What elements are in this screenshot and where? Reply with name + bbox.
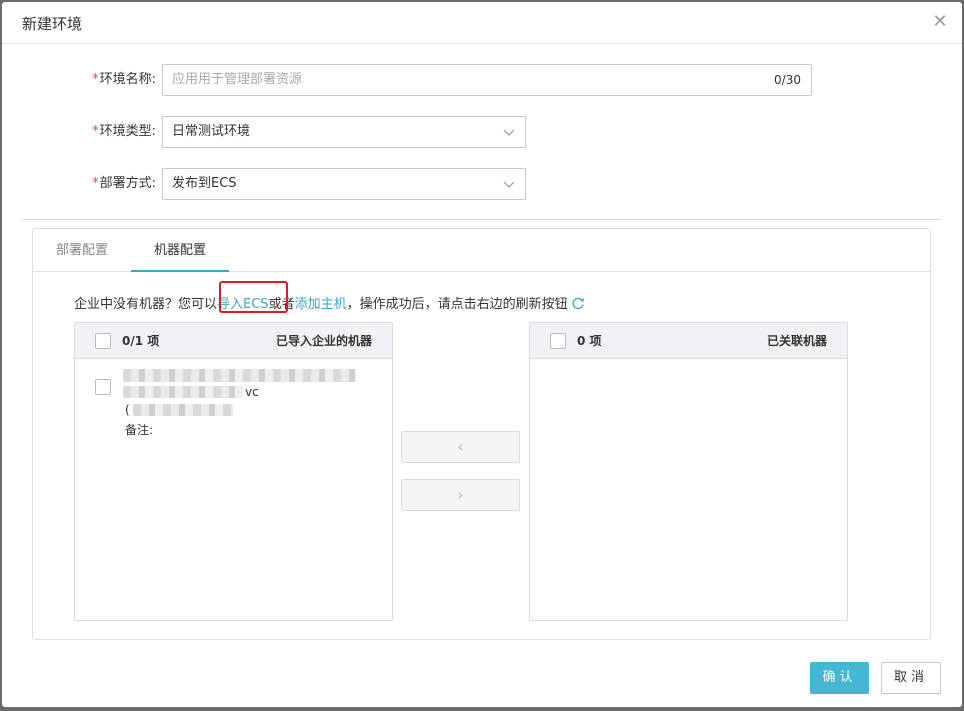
transfer-target-list: 0 项 已关联机器	[529, 322, 848, 621]
new-environment-dialog: 新建环境 ✕ *环境名称: 应用用于管理部署资源 0/30 *环境类型: 日常测…	[2, 2, 962, 707]
dialog-header: 新建环境 ✕	[2, 2, 962, 44]
tab-machine-config[interactable]: 机器配置	[131, 229, 229, 272]
form-row-type: *环境类型: 日常测试环境	[2, 116, 528, 148]
redacted-text	[133, 404, 233, 416]
target-count: 0 项	[577, 334, 602, 348]
refresh-icon[interactable]	[572, 297, 585, 312]
list-item[interactable]: vc ( 备注:	[75, 359, 392, 459]
tab-deploy-config[interactable]: 部署配置	[53, 229, 111, 272]
cancel-button[interactable]: 取消	[881, 662, 941, 694]
item-remark-label: 备注:	[125, 423, 154, 437]
item-line-head: (	[125, 403, 130, 417]
env-name-counter: 0/30	[774, 73, 801, 87]
item-checkbox[interactable]	[95, 379, 111, 395]
transfer-source-list: 0/1 项 已导入企业的机器 vc ( 备注:	[74, 322, 393, 621]
form-row-name: *环境名称: 应用用于管理部署资源 0/30	[2, 64, 814, 96]
env-name-label: *环境名称:	[92, 72, 156, 87]
redacted-text	[123, 369, 356, 382]
transfer-source-header: 0/1 项 已导入企业的机器	[75, 323, 392, 359]
redacted-text	[123, 386, 243, 398]
env-type-select[interactable]: 日常测试环境	[162, 116, 526, 148]
env-type-label: *环境类型:	[92, 124, 156, 139]
config-tabs: 部署配置 机器配置	[33, 229, 930, 272]
target-title: 已关联机器	[766, 334, 827, 348]
source-title: 已导入企业的机器	[275, 334, 372, 348]
chevron-down-icon	[503, 129, 515, 136]
deploy-method-label: *部署方式:	[92, 176, 156, 191]
hint-suffix: ，操作成功后，请点击右边的刷新按钮	[346, 297, 568, 312]
close-icon[interactable]: ✕	[930, 12, 950, 32]
dialog-title: 新建环境	[22, 15, 83, 33]
deploy-method-value: 发布到ECS	[172, 176, 237, 191]
env-type-value: 日常测试环境	[172, 124, 251, 139]
chevron-down-icon	[503, 181, 515, 188]
env-name-placeholder: 应用用于管理部署资源	[172, 72, 303, 87]
highlight-box	[219, 281, 288, 313]
item-line-tail: vc	[245, 385, 259, 399]
move-right-button[interactable]: ›	[401, 479, 520, 511]
add-host-link[interactable]: 添加主机	[295, 297, 347, 312]
hint-prefix: 企业中没有机器？您可以	[74, 297, 218, 312]
select-all-source-checkbox[interactable]	[95, 333, 111, 349]
env-name-input[interactable]: 应用用于管理部署资源 0/30	[162, 64, 812, 96]
divider	[22, 219, 942, 220]
form-row-deploy: *部署方式: 发布到ECS	[2, 168, 528, 200]
move-left-button[interactable]: ‹	[401, 431, 520, 463]
source-count: 0/1 项	[122, 334, 160, 348]
machine-hint: 企业中没有机器？您可以导入ECS或者添加主机，操作成功后，请点击右边的刷新按钮	[74, 293, 585, 312]
config-panel: 部署配置 机器配置 企业中没有机器？您可以导入ECS或者添加主机，操作成功后，请…	[32, 228, 931, 640]
select-all-target-checkbox[interactable]	[550, 333, 566, 349]
transfer-target-header: 0 项 已关联机器	[530, 323, 847, 359]
deploy-method-select[interactable]: 发布到ECS	[162, 168, 526, 200]
confirm-button[interactable]: 确认	[810, 662, 869, 694]
